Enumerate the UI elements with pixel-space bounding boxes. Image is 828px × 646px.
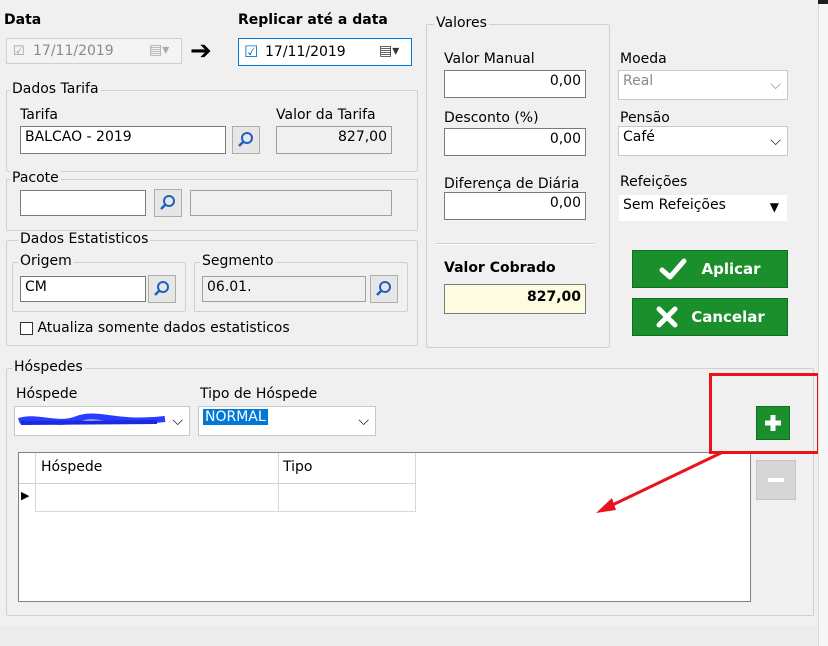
- annotation-arrow: [596, 450, 724, 513]
- aplicar-label: Aplicar: [701, 260, 761, 278]
- aplicar-button[interactable]: Aplicar: [632, 250, 788, 288]
- checkbox-box[interactable]: [20, 321, 33, 335]
- valores-title: Valores: [434, 15, 489, 31]
- desconto-input[interactable]: 0,00: [444, 128, 586, 156]
- tipo-hospede-value: NORMAL: [203, 409, 268, 425]
- chevron-down-icon: ⌵: [770, 133, 781, 149]
- valores-divider: [436, 243, 594, 245]
- moeda-value: Real: [623, 73, 654, 89]
- remove-hospede-button[interactable]: [756, 460, 796, 500]
- x-icon: [656, 306, 678, 328]
- refeicoes-value: Sem Refeições: [623, 197, 726, 213]
- redacted-name-scribble: [18, 413, 166, 425]
- atualiza-estatisticos-label: Atualiza somente dados estatisticos: [37, 320, 290, 336]
- tarifa-input[interactable]: BALCAO - 2019: [20, 126, 226, 154]
- hospede-label: Hóspede: [16, 386, 78, 402]
- tarifa-search-button[interactable]: [232, 126, 260, 154]
- search-icon: [238, 132, 253, 147]
- hospede-select[interactable]: ⌵: [14, 406, 190, 436]
- pensao-value: Café: [623, 129, 655, 145]
- segmento-label: Segmento: [200, 253, 276, 269]
- valor-tarifa-label: Valor da Tarifa: [276, 107, 376, 123]
- tarifa-label: Tarifa: [20, 107, 58, 123]
- valor-cobrado-label: Valor Cobrado: [444, 260, 556, 276]
- diferenca-diaria-label: Diferença de Diária: [444, 176, 580, 192]
- origem-search-button[interactable]: [148, 275, 176, 303]
- grid-divider: [415, 453, 416, 511]
- calendar-icon[interactable]: ▤▾: [379, 43, 399, 59]
- calendar-icon[interactable]: ▤▾: [149, 42, 169, 58]
- segmento-input[interactable]: 06.01.: [202, 276, 366, 302]
- data-date-value: 17/11/2019: [33, 43, 114, 59]
- valor-cobrado-value: 827,00: [444, 284, 586, 314]
- grid-divider: [35, 511, 416, 512]
- cancelar-button[interactable]: Cancelar: [632, 298, 788, 336]
- data-checkbox-icon[interactable]: ☑: [13, 44, 25, 59]
- tipo-hospede-label: Tipo de Hóspede: [200, 386, 318, 402]
- data-label: Data: [4, 12, 42, 28]
- refeicoes-label: Refeições: [620, 174, 688, 190]
- arrow-right-icon: ➔: [190, 36, 212, 66]
- pensao-select[interactable]: Café ⌵: [618, 126, 788, 156]
- dialog-bottom-margin: [0, 626, 818, 646]
- valor-manual-label: Valor Manual: [444, 51, 535, 67]
- pensao-label: Pensão: [620, 110, 670, 126]
- dados-tarifa-title: Dados Tarifa: [10, 81, 101, 97]
- search-icon: [160, 195, 175, 210]
- grid-divider: [35, 453, 36, 511]
- origem-input[interactable]: CM: [20, 276, 146, 302]
- replicar-checkbox-icon[interactable]: ☑: [244, 42, 258, 61]
- valor-tarifa-input: 827,00: [276, 126, 392, 154]
- valor-manual-input[interactable]: 0,00: [444, 70, 586, 98]
- pacote-title: Pacote: [10, 170, 61, 186]
- chevron-down-icon: ▼: [769, 200, 779, 214]
- origem-label: Origem: [18, 253, 74, 269]
- moeda-label: Moeda: [620, 51, 667, 67]
- refeicoes-select[interactable]: Sem Refeições ▼: [618, 194, 788, 222]
- moeda-select[interactable]: Real ⌵: [618, 70, 788, 100]
- grid-divider: [278, 453, 279, 511]
- search-icon: [154, 281, 169, 296]
- pacote-input[interactable]: [20, 190, 146, 216]
- pacote-description: [190, 190, 392, 216]
- minus-icon: [768, 478, 784, 482]
- grid-column-hospede[interactable]: Hóspede: [41, 459, 102, 475]
- chevron-down-icon: ⌵: [770, 77, 781, 93]
- pacote-search-button[interactable]: [154, 189, 182, 217]
- atualiza-estatisticos-checkbox[interactable]: Atualiza somente dados estatisticos: [20, 320, 290, 336]
- data-date-picker[interactable]: ☑ 17/11/2019 ▤▾: [6, 38, 182, 64]
- diferenca-diaria-input[interactable]: 0,00: [444, 192, 586, 220]
- replicar-date-picker[interactable]: ☑ 17/11/2019 ▤▾: [238, 38, 412, 66]
- cancelar-label: Cancelar: [691, 308, 765, 326]
- hospedes-title: Hóspedes: [12, 359, 85, 375]
- check-icon: [659, 258, 687, 280]
- row-pointer-icon: ▶: [21, 489, 30, 502]
- chevron-down-icon: ⌵: [172, 413, 183, 429]
- tipo-hospede-select[interactable]: NORMAL ⌵: [198, 406, 376, 436]
- highlight-box: [709, 373, 820, 454]
- replicar-label: Replicar até a data: [238, 12, 388, 28]
- grid-column-tipo[interactable]: Tipo: [283, 459, 312, 475]
- chevron-down-icon: ⌵: [358, 413, 369, 429]
- segmento-search-button[interactable]: [370, 275, 398, 303]
- tarifa-dialog: Data ☑ 17/11/2019 ▤▾ ➔ Replicar até a da…: [0, 0, 820, 626]
- desconto-label: Desconto (%): [444, 110, 539, 126]
- background-window-edge: [818, 4, 828, 646]
- replicar-date-value: 17/11/2019: [265, 44, 346, 60]
- search-icon: [376, 281, 391, 296]
- dados-estatisticos-title: Dados Estatisticos: [18, 231, 151, 247]
